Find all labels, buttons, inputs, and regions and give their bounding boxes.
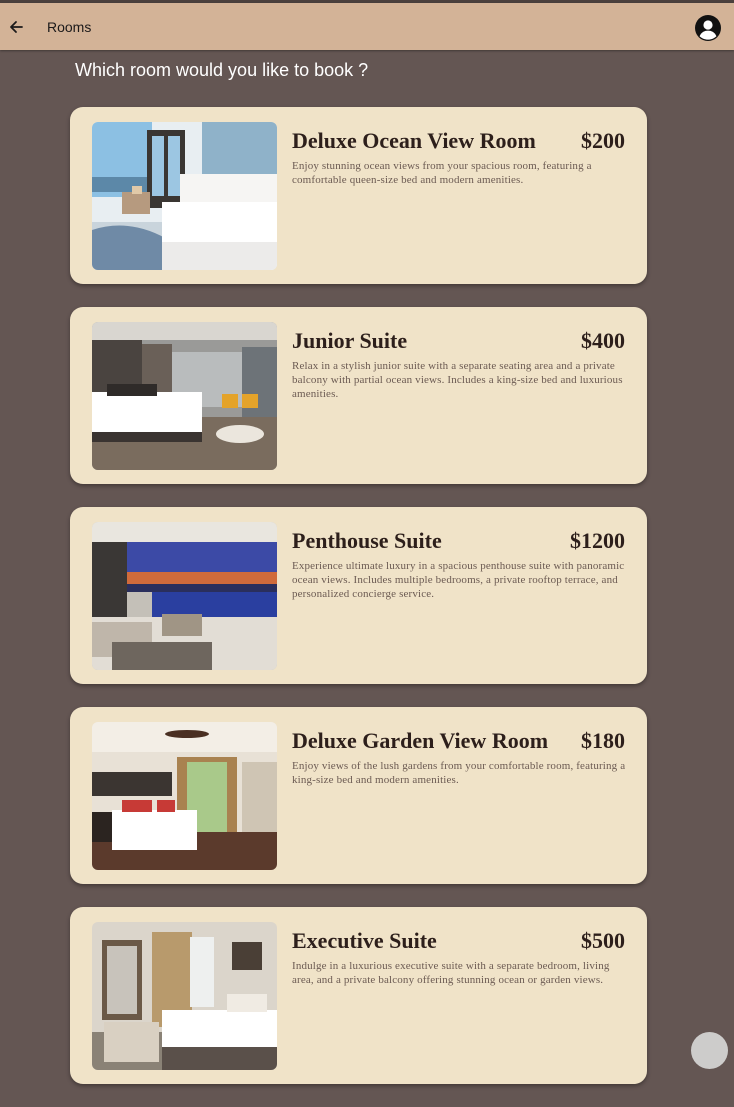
room-name: Deluxe Garden View Room [292,728,549,753]
arrow-left-icon [10,21,23,33]
floating-action-button[interactable] [691,1032,728,1069]
room-card[interactable]: Executive Suite $500 Indulge in a luxuri… [70,907,647,1084]
room-price: $400 [581,328,625,353]
room-list: Deluxe Ocean View Room $200 Enjoy stunni… [70,107,647,1107]
room-price: $1200 [570,528,625,553]
room-price: $200 [581,128,625,153]
room-name: Junior Suite [292,328,408,353]
account-button[interactable] [695,15,721,41]
room-photo [92,522,277,670]
room-photo [92,922,277,1070]
room-photo [92,122,277,270]
room-description: Relax in a stylish junior suite with a s… [292,360,623,400]
room-description: Indulge in a luxurious executive suite w… [292,960,610,986]
back-button[interactable] [5,12,27,42]
room-name: Penthouse Suite [292,528,442,553]
room-card[interactable]: Junior Suite $400 Relax in a stylish jun… [70,307,647,484]
room-card[interactable]: Penthouse Suite $1200 Experience ultimat… [70,507,647,684]
account-circle-icon [695,15,721,41]
room-card[interactable]: Deluxe Ocean View Room $200 Enjoy stunni… [70,107,647,284]
room-price: $180 [581,728,625,753]
room-description: Enjoy views of the lush gardens from you… [292,760,626,786]
room-photo [92,722,277,870]
room-description: Enjoy stunning ocean views from your spa… [292,160,592,186]
page-title: Rooms [47,19,92,35]
room-price: $500 [581,928,625,953]
room-name: Deluxe Ocean View Room [292,128,536,153]
app-bar: Rooms [0,3,734,50]
room-card[interactable]: Deluxe Garden View Room $180 Enjoy views… [70,707,647,884]
room-name: Executive Suite [292,928,437,953]
section-heading: Which room would you like to book ? [75,60,369,80]
room-photo [92,322,277,470]
room-description: Experience ultimate luxury in a spacious… [292,560,625,600]
